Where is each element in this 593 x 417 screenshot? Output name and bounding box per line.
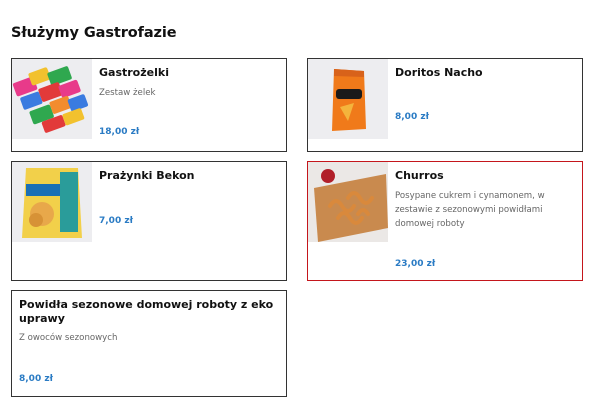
product-name: Powidła sezonowe domowej roboty z eko up… <box>19 298 274 325</box>
section-title: Służymy Gastrofazie <box>11 25 177 41</box>
product-price: 18,00 zł <box>99 127 140 137</box>
product-price: 8,00 zł <box>19 374 53 384</box>
product-name: Prażynki Bekon <box>99 169 195 182</box>
product-card-powidla[interactable]: Powidła sezonowe domowej roboty z eko up… <box>11 290 287 397</box>
product-name: Doritos Nacho <box>395 66 483 79</box>
product-price: 8,00 zł <box>395 112 429 122</box>
churros-board-image <box>308 162 388 242</box>
product-name: Gastrożelki <box>99 66 169 79</box>
product-card-prazynki[interactable]: Prażynki Bekon 7,00 zł <box>11 161 287 281</box>
product-card-gastrozelki[interactable]: Gastrożelki Zestaw żelek 18,00 zł <box>11 58 287 152</box>
product-description: Z owoców sezonowych <box>19 333 118 343</box>
product-price: 23,00 zł <box>395 259 436 269</box>
product-card-churros[interactable]: Churros Posypane cukrem i cynamonem, w z… <box>307 161 583 281</box>
product-card-doritos[interactable]: Doritos Nacho 8,00 zł <box>307 58 583 152</box>
product-description: Posypane cukrem i cynamonem, w zestawie … <box>395 191 545 229</box>
doritos-bag-image <box>308 59 388 139</box>
product-name: Churros <box>395 169 444 182</box>
product-description: Zestaw żelek <box>99 88 156 98</box>
gummy-candies-image <box>12 59 92 139</box>
chips-bag-image <box>12 162 92 242</box>
product-price: 7,00 zł <box>99 216 133 226</box>
